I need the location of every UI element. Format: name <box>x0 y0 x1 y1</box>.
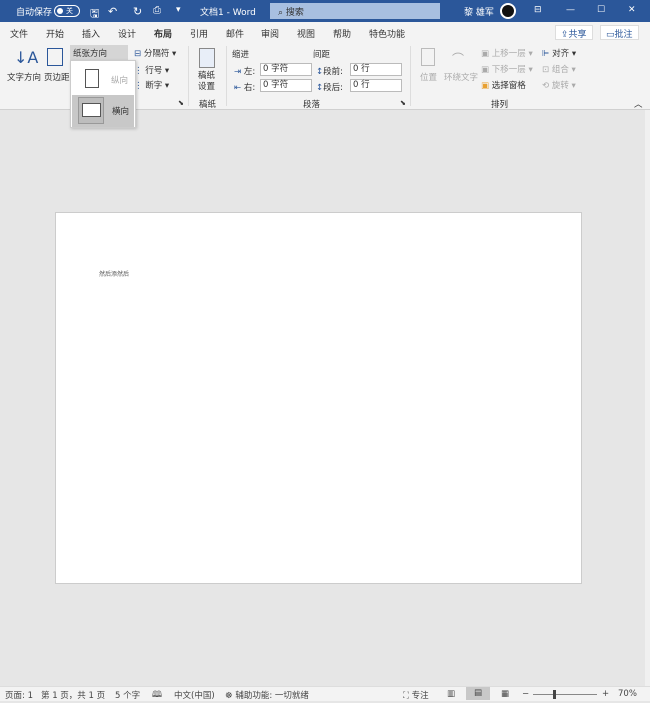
accessibility-status[interactable]: ☸ 辅助功能: 一切就绪 <box>225 689 309 701</box>
zoom-out-button[interactable]: − <box>522 689 529 699</box>
tab-home[interactable]: 开始 <box>46 27 64 40</box>
share-icon: ⇪ <box>561 30 569 40</box>
align-button[interactable]: ⊫ 对齐 ▾ <box>542 47 576 59</box>
position-icon <box>421 48 435 66</box>
tab-layout[interactable]: 布局 <box>154 27 173 44</box>
tab-view[interactable]: 视图 <box>297 27 315 40</box>
wrap-text-icon: ⌒ <box>452 52 465 66</box>
document-page[interactable]: 然后添然后 <box>55 212 582 584</box>
maximize-icon[interactable]: ☐ <box>597 5 605 15</box>
close-icon[interactable]: ✕ <box>628 5 636 15</box>
indent-right-input[interactable]: 0 字符 <box>260 79 312 92</box>
window-title: 文档1 - Word <box>200 8 256 18</box>
orientation-dropdown: 纵向 横向 <box>70 60 136 128</box>
line-numbers-button[interactable]: ⋮ 行号 ▾ <box>134 64 169 76</box>
text-direction-button[interactable]: 文字方向 <box>7 71 41 83</box>
document-text[interactable]: 然后添然后 <box>99 269 129 278</box>
share-button[interactable]: ⇪共享 <box>555 25 593 40</box>
rotate-button[interactable]: ⟲ 旋转 ▾ <box>542 79 576 91</box>
tab-file[interactable]: 文件 <box>10 27 28 40</box>
position-button[interactable]: 位置 <box>420 71 437 83</box>
arrange-group-label: 排列 <box>491 100 509 110</box>
collapse-ribbon-icon[interactable]: ︿ <box>634 98 643 110</box>
zoom-slider-thumb[interactable] <box>553 690 556 699</box>
focus-button[interactable]: ⛶ 专注 <box>403 689 429 701</box>
wrap-text-button[interactable]: 环绕文字 <box>444 71 478 83</box>
minimize-icon[interactable]: — <box>566 5 575 15</box>
orientation-button[interactable]: 纸张方向 <box>70 45 128 60</box>
spacing-after-label: ↕段后: <box>316 83 343 93</box>
zoom-level[interactable]: 70% <box>618 689 637 699</box>
user-name[interactable]: 黎 雄军 <box>464 5 494 18</box>
tab-references[interactable]: 引用 <box>190 27 208 40</box>
spacing-label: 间距 <box>313 50 331 60</box>
spacing-before-input[interactable]: 0 行 <box>350 63 402 76</box>
customize-qat-icon[interactable]: ▾ <box>176 5 181 15</box>
search-icon: ⌕ <box>278 8 286 18</box>
spacing-before-label: ↕段前: <box>316 67 343 77</box>
portrait-option[interactable]: 纵向 <box>111 74 128 86</box>
indent-right-label: ⇤ 右: <box>234 83 256 93</box>
print-layout-icon[interactable]: ▤ <box>466 687 490 700</box>
comment-icon: ▭ <box>606 30 615 40</box>
hyphenation-button[interactable]: ⋮ 断字 ▾ <box>134 79 169 91</box>
tab-mailings[interactable]: 邮件 <box>226 27 244 40</box>
bring-forward-button[interactable]: ▣ 上移一层 ▾ <box>481 47 533 59</box>
draft-group-label: 稿纸 <box>199 100 217 110</box>
tab-features[interactable]: 特色功能 <box>369 27 405 40</box>
breaks-button[interactable]: ⊟ 分隔符 ▾ <box>134 47 176 59</box>
landscape-icon <box>82 103 101 117</box>
print-preview-icon[interactable]: ⎙ <box>153 5 161 16</box>
page-setup-launcher[interactable]: ⬊ <box>178 99 184 107</box>
page-count[interactable]: 第 1 页，共 1 页 <box>41 689 105 701</box>
spacing-after-input[interactable]: 0 行 <box>350 79 402 92</box>
zoom-in-button[interactable]: + <box>602 689 609 699</box>
menu-bar: 文件 开始 插入 设计 布局 引用 邮件 审阅 视图 帮助 特色功能 ⇪共享 ▭… <box>0 22 650 44</box>
search-input[interactable]: ⌕ 搜索 <box>270 3 440 19</box>
send-backward-button[interactable]: ▣ 下移一层 ▾ <box>481 63 533 75</box>
tab-design[interactable]: 设计 <box>118 27 136 40</box>
language[interactable]: 中文(中国) <box>174 689 215 701</box>
word-count[interactable]: 5 个字 <box>115 689 140 701</box>
paragraph-launcher[interactable]: ⬊ <box>400 99 406 107</box>
ribbon-display-icon[interactable]: ⊟ <box>534 5 542 15</box>
page-number[interactable]: 页面: 1 <box>5 689 33 701</box>
tab-insert[interactable]: 插入 <box>82 27 100 40</box>
margins-button[interactable]: 页边距 <box>44 71 70 83</box>
zoom-slider[interactable] <box>533 694 597 695</box>
autosave-toggle[interactable]: 关 <box>54 5 80 17</box>
landscape-option[interactable]: 横向 <box>72 95 134 127</box>
draft-paper-icon <box>199 48 215 68</box>
indent-left-input[interactable]: 0 字符 <box>260 63 312 76</box>
web-layout-icon[interactable]: ▦ <box>501 689 509 699</box>
portrait-icon <box>85 69 99 88</box>
margins-icon <box>47 48 63 66</box>
redo-icon[interactable]: ↻ <box>133 5 142 18</box>
title-bar: 自动保存 关 🖫 ↶ ↻ ⎙ ▾ 文档1 - Word ⌕ 搜索 黎 雄军 ⊟ … <box>0 0 650 22</box>
undo-icon[interactable]: ↶ <box>108 5 117 18</box>
comments-button[interactable]: ▭批注 <box>600 25 639 40</box>
read-mode-icon[interactable]: ▥ <box>447 689 455 699</box>
selection-pane-button[interactable]: ▣ 选择窗格 <box>481 79 526 91</box>
draft-settings-button[interactable]: 稿纸 设置 <box>198 71 215 93</box>
tab-help[interactable]: 帮助 <box>333 27 351 40</box>
avatar[interactable] <box>500 3 516 19</box>
tab-review[interactable]: 审阅 <box>261 27 279 40</box>
text-direction-icon: ↓A <box>14 48 39 67</box>
indent-label: 缩进 <box>232 50 250 60</box>
group-button[interactable]: ⊡ 组合 ▾ <box>542 63 576 75</box>
paragraph-group-label: 段落 <box>303 100 321 110</box>
autosave-label: 自动保存 <box>16 8 53 18</box>
indent-left-label: ⇥ 左: <box>234 67 256 77</box>
vertical-scrollbar[interactable] <box>645 110 650 686</box>
status-bar: 页面: 1 第 1 页，共 1 页 5 个字 🕮 中文(中国) ☸ 辅助功能: … <box>0 686 650 701</box>
